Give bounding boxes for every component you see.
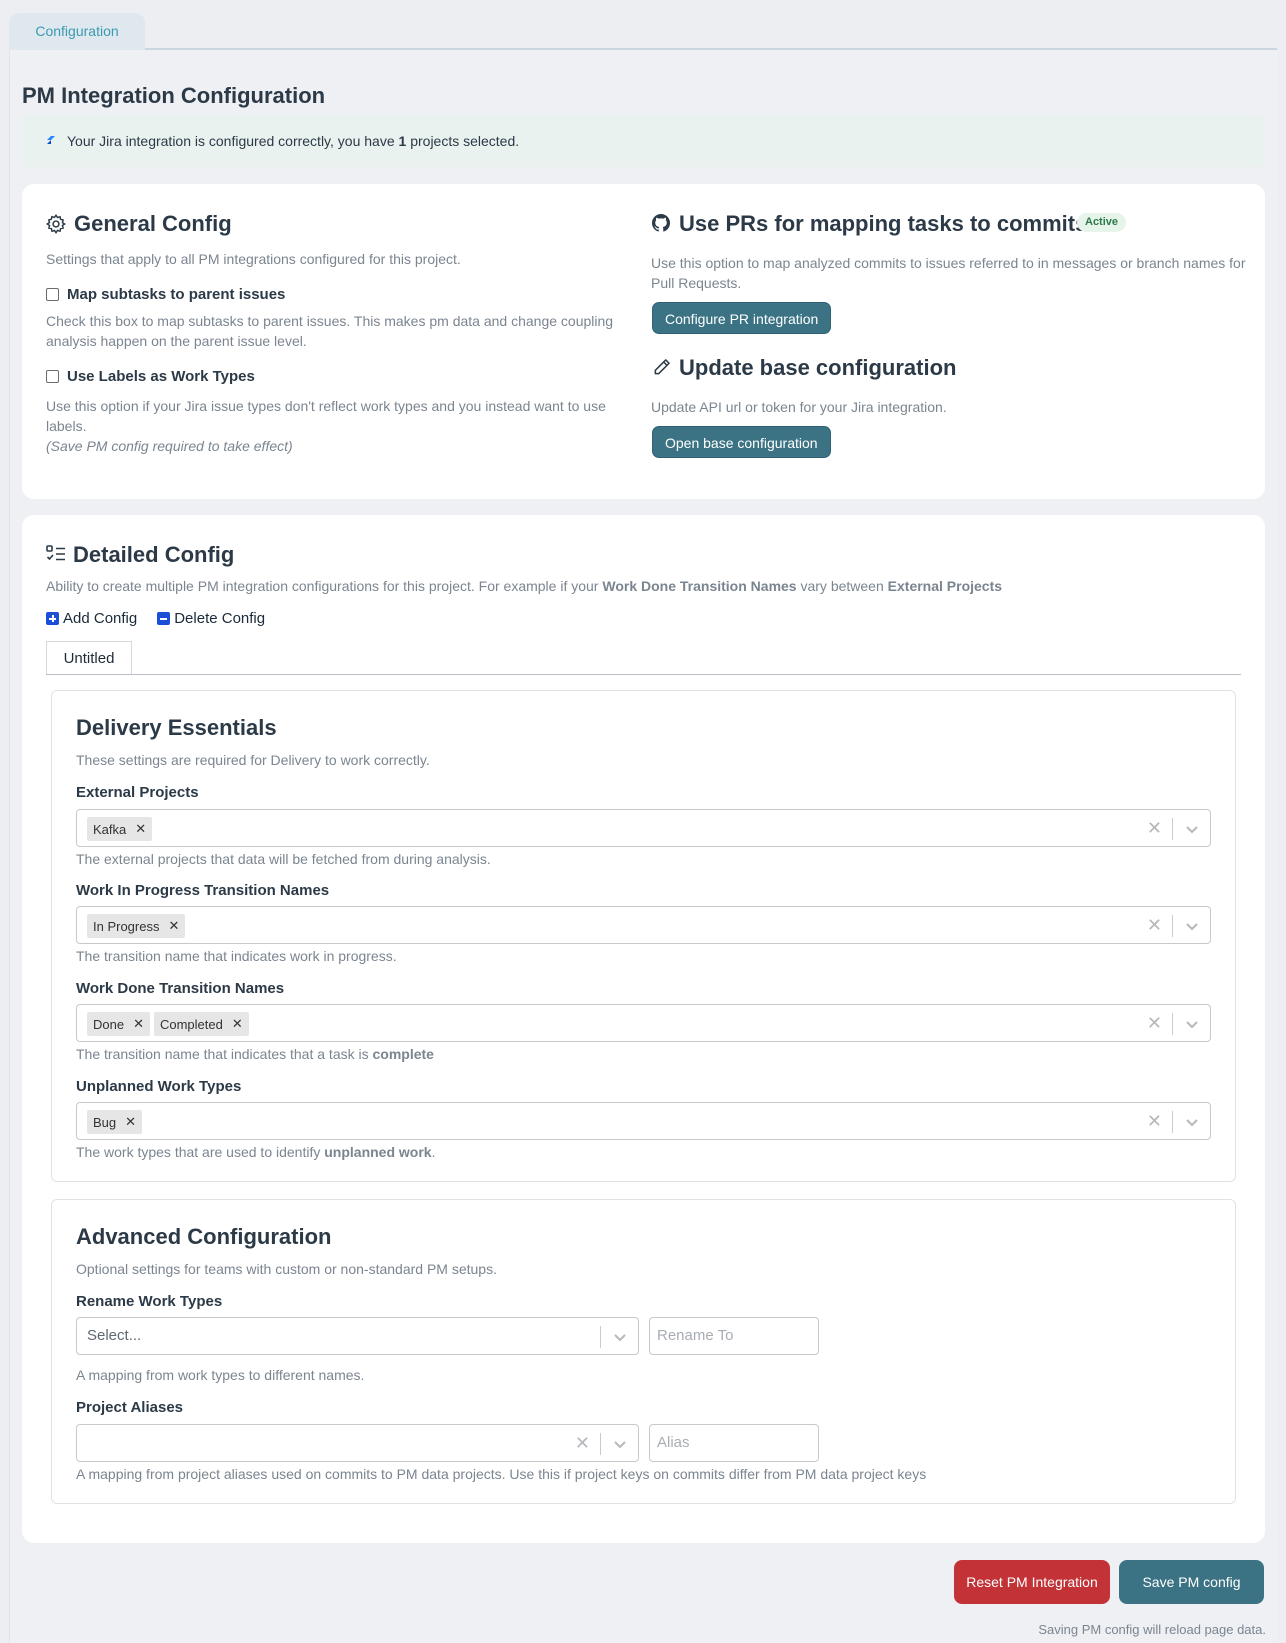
map-subtasks-row[interactable]: Map subtasks to parent issues [46, 286, 285, 303]
jira-icon [47, 136, 55, 144]
rename-work-types-select[interactable]: Select... [76, 1317, 639, 1355]
use-labels-note: (Save PM config required to take effect) [46, 438, 293, 454]
external-projects-help: The external projects that data will be … [76, 851, 491, 867]
remove-chip-icon[interactable]: ✕ [132, 821, 152, 837]
delete-config-label: Delete Config [174, 610, 266, 627]
use-labels-label: Use Labels as Work Types [67, 368, 255, 385]
status-alert: Your Jira integration is configured corr… [22, 115, 1265, 167]
wip-transitions-select[interactable]: In Progress ✕ ✕ [76, 906, 1211, 944]
project-aliases-help: A mapping from project aliases used on c… [76, 1466, 927, 1482]
chip: Completed ✕ [153, 1012, 249, 1036]
alert-text: Your Jira integration is configured corr… [67, 133, 520, 149]
detailed-config-title: Detailed Config [73, 542, 235, 567]
use-labels-row[interactable]: Use Labels as Work Types [46, 368, 255, 385]
config-actions: Add Config Delete Config [46, 610, 265, 627]
clear-icon[interactable]: ✕ [1147, 818, 1162, 838]
gear-icon [45, 214, 66, 235]
select-separator [1172, 818, 1173, 840]
chip: Done ✕ [87, 1012, 150, 1036]
project-count: 1 [398, 133, 407, 149]
rename-work-types-label: Rename Work Types [76, 1293, 223, 1310]
chevron-down-icon[interactable] [1184, 1016, 1200, 1032]
minus-square-icon [157, 612, 171, 625]
advanced-configuration-title: Advanced Configuration [76, 1224, 332, 1249]
remove-chip-icon[interactable]: ✕ [122, 1114, 142, 1130]
delivery-essentials-description: These settings are required for Delivery… [76, 752, 430, 768]
select-separator [600, 1326, 601, 1348]
select-separator [1172, 915, 1173, 937]
configure-pr-integration-button[interactable]: Configure PR integration [652, 302, 832, 334]
base-config-description: Update API url or token for your Jira in… [651, 399, 947, 415]
external-projects-label: External Projects [76, 784, 199, 801]
use-labels-help: Use this option if your Jira issue types… [46, 398, 606, 434]
advanced-configuration-description: Optional settings for teams with custom … [76, 1261, 497, 1277]
tab-divider [46, 674, 1241, 675]
remove-chip-icon[interactable]: ✕ [229, 1016, 249, 1032]
clear-icon[interactable]: ✕ [1147, 1111, 1162, 1131]
chevron-down-icon[interactable] [1184, 821, 1200, 837]
github-icon [652, 214, 670, 232]
remove-chip-icon[interactable]: ✕ [165, 918, 185, 934]
select-separator [1172, 1013, 1173, 1035]
project-aliases-select[interactable]: ✕ [76, 1424, 639, 1462]
general-config-title: General Config [74, 211, 232, 236]
prs-title: Use PRs for mapping tasks to commits [679, 211, 1088, 236]
rename-to-input[interactable]: Rename To [649, 1317, 819, 1355]
clear-icon[interactable]: ✕ [1147, 1013, 1162, 1033]
checklist-icon [46, 545, 65, 561]
reset-pm-integration-button[interactable]: Reset PM Integration [954, 1560, 1110, 1604]
status-badge: Active [1077, 213, 1127, 232]
external-projects-select[interactable]: Kafka ✕ ✕ [76, 809, 1211, 847]
done-transitions-select[interactable]: Done ✕ Completed ✕ ✕ [76, 1004, 1211, 1042]
unplanned-work-label: Unplanned Work Types [76, 1078, 242, 1095]
add-config-label: Add Config [63, 610, 138, 627]
project-aliases-label: Project Aliases [76, 1399, 183, 1416]
delete-config-button[interactable]: Delete Config [157, 610, 265, 627]
chevron-down-icon[interactable] [1184, 1114, 1200, 1130]
add-config-button[interactable]: Add Config [46, 610, 137, 627]
done-transitions-label: Work Done Transition Names [76, 980, 285, 997]
use-labels-checkbox[interactable] [46, 370, 59, 383]
select-separator [1172, 1111, 1173, 1133]
wip-transitions-label: Work In Progress Transition Names [76, 882, 330, 899]
prs-description: Use this option to map analyzed commits … [651, 255, 1246, 291]
select-separator [600, 1433, 601, 1455]
pencil-icon [654, 359, 670, 375]
plus-square-icon [46, 612, 59, 625]
chip: Bug ✕ [87, 1110, 143, 1134]
rename-work-types-help: A mapping from work types to different n… [76, 1367, 365, 1383]
wip-transitions-help: The transition name that indicates work … [76, 948, 397, 964]
remove-chip-icon[interactable]: ✕ [130, 1016, 150, 1032]
page-title: PM Integration Configuration [22, 83, 326, 108]
select-placeholder: Select... [87, 1327, 142, 1344]
save-pm-config-button[interactable]: Save PM config [1119, 1560, 1264, 1604]
clear-icon[interactable]: ✕ [1147, 915, 1162, 935]
save-note: Saving PM config will reload page data. [1038, 1622, 1266, 1637]
chevron-down-icon[interactable] [1184, 918, 1200, 934]
tab-untitled[interactable]: Untitled [46, 641, 132, 675]
unplanned-work-help: The work types that are used to identify… [76, 1144, 436, 1160]
tab-bar: Configuration [9, 13, 1277, 50]
chevron-down-icon[interactable] [612, 1329, 628, 1345]
clear-icon[interactable]: ✕ [575, 1433, 590, 1453]
tab-configuration[interactable]: Configuration [9, 13, 145, 50]
open-base-configuration-button[interactable]: Open base configuration [652, 426, 831, 458]
chip: In Progress ✕ [87, 914, 186, 938]
done-transitions-help: The transition name that indicates that … [76, 1046, 434, 1062]
chip: Kafka ✕ [87, 817, 153, 841]
map-subtasks-label: Map subtasks to parent issues [67, 286, 286, 303]
base-config-title: Update base configuration [679, 355, 957, 380]
general-config-description: Settings that apply to all PM integratio… [46, 251, 461, 267]
map-subtasks-help: Check this box to map subtasks to parent… [46, 313, 614, 349]
chevron-down-icon[interactable] [612, 1436, 628, 1452]
map-subtasks-checkbox[interactable] [46, 288, 59, 301]
unplanned-work-select[interactable]: Bug ✕ ✕ [76, 1102, 1211, 1140]
detailed-config-description: Ability to create multiple PM integratio… [46, 578, 1003, 594]
alias-input[interactable]: Alias [649, 1424, 819, 1462]
delivery-essentials-title: Delivery Essentials [76, 715, 277, 740]
